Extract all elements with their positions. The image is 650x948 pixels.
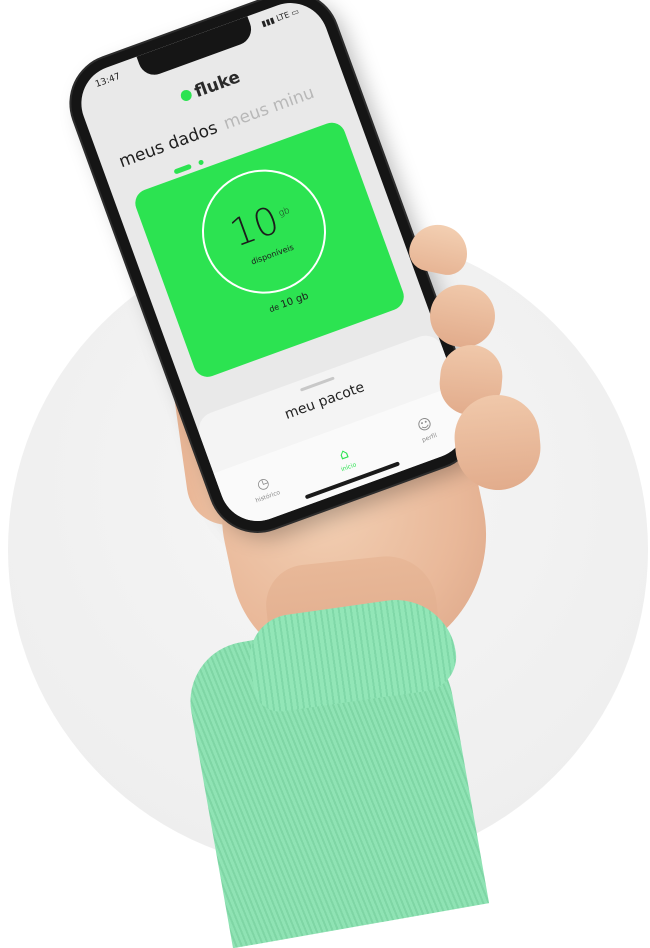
sheet-handle[interactable] xyxy=(299,376,335,392)
status-time: 13:47 xyxy=(94,71,122,90)
nav-profile[interactable]: ☺ perfil xyxy=(394,407,459,451)
total-value: 10 gb xyxy=(279,290,311,311)
network-label: LTE xyxy=(275,10,291,24)
amount-unit: gb xyxy=(277,206,292,220)
data-usage-card[interactable]: 10gb disponíveis de 10 gb xyxy=(131,118,408,381)
page-indicator-dot xyxy=(197,159,205,166)
page-indicator xyxy=(171,152,205,175)
amount-value: 10 xyxy=(224,197,285,256)
total-prefix: de xyxy=(268,302,281,315)
status-icons: ▮▮▮ LTE ▭ xyxy=(260,6,301,29)
brand-name: fluke xyxy=(191,67,243,103)
nav-history[interactable]: ◷ histórico xyxy=(232,466,297,510)
tab-meus-minutos[interactable]: meus minu xyxy=(221,83,317,134)
brand-dot-icon xyxy=(179,88,194,103)
